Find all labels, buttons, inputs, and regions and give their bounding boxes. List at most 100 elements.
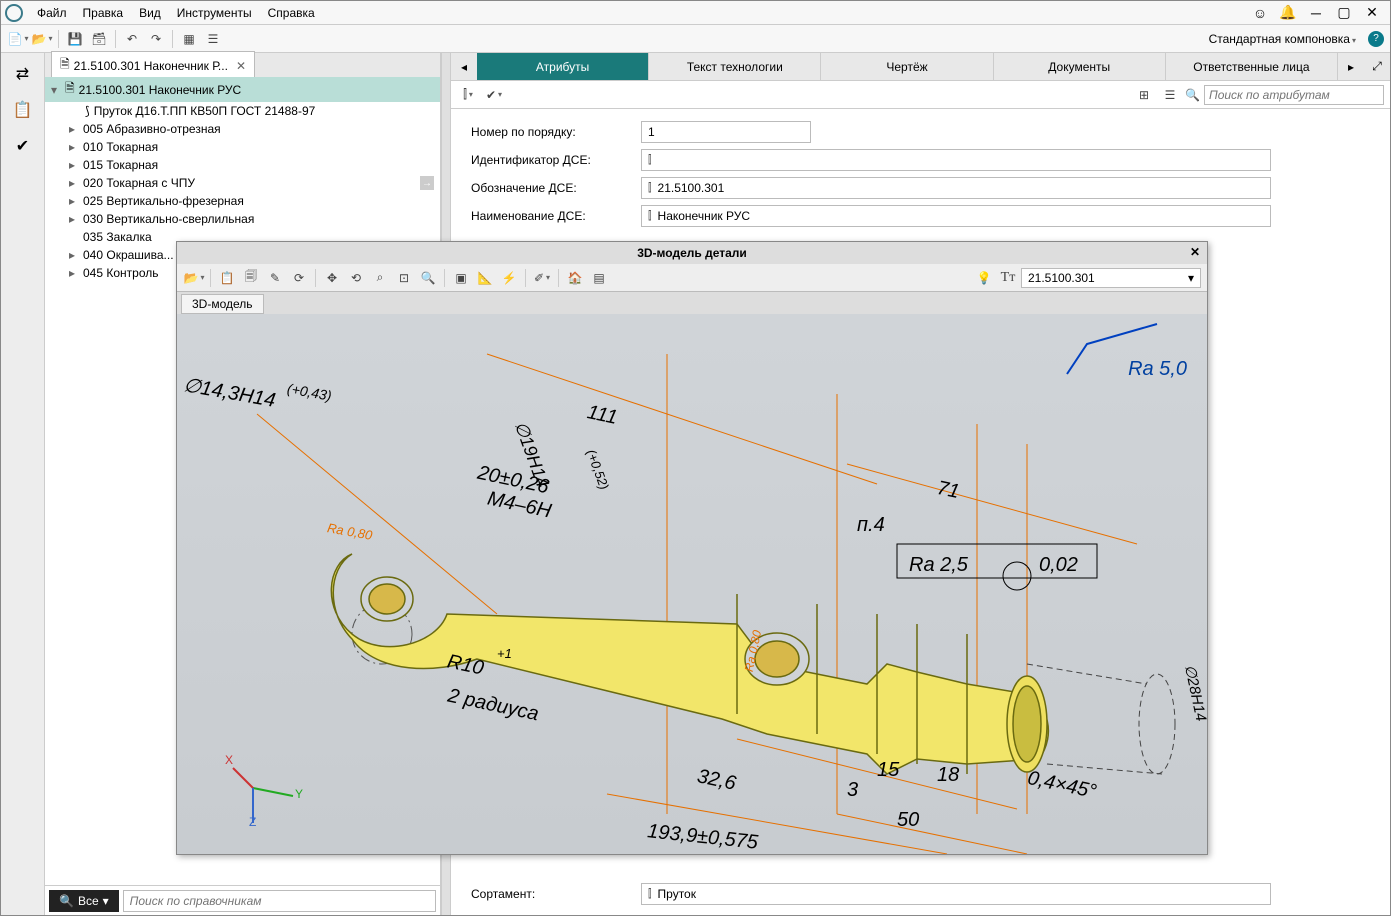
search-input[interactable] bbox=[123, 890, 436, 912]
document-tab[interactable]: 🗎 21.5100.301 Наконечник Р... ✕ bbox=[51, 51, 255, 79]
attr-sortament-input[interactable]: ⫿Пруток bbox=[641, 883, 1271, 905]
zoom-fit-button[interactable]: ⊡ bbox=[393, 267, 415, 289]
pan-button[interactable]: ✥ bbox=[321, 267, 343, 289]
menu-view[interactable]: Вид bbox=[131, 3, 169, 23]
edit-button[interactable]: ✎ bbox=[264, 267, 286, 289]
attr-code-input[interactable]: ⫿21.5100.301 bbox=[641, 177, 1271, 199]
tab-drawing[interactable]: Чертёж bbox=[821, 53, 993, 80]
rotate-button[interactable]: ⟲ bbox=[345, 267, 367, 289]
tree-expander-icon[interactable]: ▸ bbox=[69, 194, 79, 208]
tree-expander-icon[interactable]: ▸ bbox=[69, 248, 79, 262]
menu-file[interactable]: Файл bbox=[29, 3, 75, 23]
undo-button[interactable]: ↶ bbox=[121, 28, 143, 50]
menu-help[interactable]: Справка bbox=[260, 3, 323, 23]
attribute-search-input[interactable] bbox=[1204, 85, 1384, 105]
tree-expander-icon[interactable]: ▸ bbox=[69, 176, 79, 190]
attr-order-input[interactable]: 1 bbox=[641, 121, 811, 143]
copy-button[interactable]: 📋 bbox=[216, 267, 238, 289]
model-3d-close-icon[interactable]: ✕ bbox=[1187, 245, 1203, 261]
attr-name-input[interactable]: ⫿Наконечник РУС bbox=[641, 205, 1271, 227]
tool-a-button[interactable]: ▦ bbox=[178, 28, 200, 50]
search-scope-button[interactable]: 🔍 Все ▾ bbox=[49, 890, 119, 912]
go-to-button[interactable]: → bbox=[420, 176, 434, 190]
tree-view-icon[interactable]: ⊞ bbox=[1133, 84, 1155, 106]
tree-op-label: 030 Вертикально-сверлильная bbox=[83, 212, 254, 226]
model-3d-titlebar[interactable]: 3D-модель детали ✕ bbox=[177, 242, 1207, 264]
chevron-down-icon: ▾ bbox=[103, 894, 109, 908]
tree-expander-icon[interactable]: ▸ bbox=[69, 122, 79, 136]
rail-tree-button[interactable]: ⇄ bbox=[8, 59, 38, 89]
tab-responsible[interactable]: Ответственные лица bbox=[1166, 53, 1338, 80]
layout-selector[interactable]: Стандартная компоновка bbox=[1203, 32, 1362, 46]
home-button[interactable]: 🏠 bbox=[564, 267, 586, 289]
measure-button[interactable]: 📐 bbox=[474, 267, 496, 289]
tree-material-item[interactable]: ⟆ Пруток Д16.Т.ПП КВ50П ГОСТ 21488-97 bbox=[45, 102, 440, 120]
attr-id-input[interactable]: ⫿ bbox=[641, 149, 1271, 171]
rail-doc-button[interactable]: 📋 bbox=[8, 95, 38, 125]
open-model-button[interactable]: 📂 bbox=[183, 267, 205, 289]
attributes-toolbar: ⫿ ✔ ⊞ ☰ 🔍 bbox=[451, 81, 1390, 109]
window-maximize-icon[interactable]: ▢ bbox=[1334, 3, 1354, 23]
check-filter-button[interactable]: ✔ bbox=[483, 84, 505, 106]
tab-attributes[interactable]: Атрибуты bbox=[477, 53, 649, 80]
tree-expander-icon[interactable]: ▸ bbox=[69, 212, 79, 226]
view-button[interactable]: ▤ bbox=[588, 267, 610, 289]
tabs-scroll-right[interactable]: ▸ bbox=[1338, 53, 1364, 80]
tree-op-item[interactable]: ▸025 Вертикально-фрезерная bbox=[45, 192, 440, 210]
tree-op-item[interactable]: ▸ 015 Токарная bbox=[45, 156, 440, 174]
model-3d-tab[interactable]: 3D-модель bbox=[181, 294, 264, 314]
attr-name-label: Наименование ДСЕ: bbox=[471, 209, 641, 223]
tree-expander-icon[interactable]: ▸ bbox=[69, 266, 79, 280]
new-button[interactable]: 📄 bbox=[7, 28, 29, 50]
bulb-icon[interactable]: 💡 bbox=[973, 267, 995, 289]
menu-edit[interactable]: Правка bbox=[75, 3, 132, 23]
model-3d-canvas[interactable]: ∅14,3H14 (+0,43) 111 ∅19H14 (+0,52) 20±0… bbox=[177, 314, 1207, 854]
tree-expander-icon[interactable]: ▸ bbox=[69, 158, 79, 172]
list-view-icon[interactable]: ☰ bbox=[1159, 84, 1181, 106]
window-minimize-icon[interactable]: ─ bbox=[1306, 3, 1326, 23]
user-icon[interactable]: ☺ bbox=[1250, 3, 1270, 23]
help-icon[interactable]: ? bbox=[1368, 31, 1384, 47]
bell-icon[interactable]: 🔔 bbox=[1278, 3, 1298, 23]
tree-expander-icon[interactable]: ▸ bbox=[69, 140, 79, 154]
redo-button[interactable]: ↷ bbox=[145, 28, 167, 50]
select-button[interactable]: ▣ bbox=[450, 267, 472, 289]
menu-tools[interactable]: Инструменты bbox=[169, 3, 260, 23]
refresh-button[interactable]: ⟳ bbox=[288, 267, 310, 289]
tabs-scroll-left[interactable]: ◂ bbox=[451, 53, 477, 80]
tree-op-item[interactable]: ▸ 020 Токарная с ЧПУ → bbox=[45, 174, 440, 192]
window-close-icon[interactable]: ✕ bbox=[1362, 3, 1382, 23]
tab-documents[interactable]: Документы bbox=[994, 53, 1166, 80]
tree-op-label: 015 Токарная bbox=[83, 158, 158, 172]
tree-root-item[interactable]: ▾ 🗎 21.5100.301 Наконечник РУС bbox=[45, 77, 440, 102]
library-icon: ⫿ bbox=[648, 154, 652, 167]
dim-l18: 18 bbox=[937, 764, 959, 787]
tree-op-item[interactable]: ▸ 005 Абразивно-отрезная bbox=[45, 120, 440, 138]
tree-op-item[interactable]: ▸010 Токарная bbox=[45, 138, 440, 156]
tab-close-icon[interactable]: ✕ bbox=[236, 59, 246, 73]
material-icon: ⟆ bbox=[85, 104, 90, 118]
library-icon: ⫿ bbox=[648, 182, 652, 195]
tree-expander-icon[interactable]: ▾ bbox=[51, 83, 61, 97]
tree-material-label: Пруток Д16.Т.ПП КВ50П ГОСТ 21488-97 bbox=[94, 104, 316, 118]
clipboard-button[interactable]: 🗐 bbox=[240, 267, 262, 289]
tabs-expand-icon[interactable]: ⤢ bbox=[1364, 53, 1390, 80]
lib-filter-button[interactable]: ⫿ bbox=[457, 84, 479, 106]
zoom-window-button[interactable]: ⌕ bbox=[369, 267, 391, 289]
sketch-button[interactable]: ✐ bbox=[531, 267, 553, 289]
rail-check-button[interactable]: ✔ bbox=[8, 131, 38, 161]
open-button[interactable]: 📂 bbox=[31, 28, 53, 50]
save-button[interactable]: 💾 bbox=[64, 28, 86, 50]
tree-op-item[interactable]: ▸ 030 Вертикально-сверлильная bbox=[45, 210, 440, 228]
zoom-button[interactable]: 🔍 bbox=[417, 267, 439, 289]
save-all-button[interactable]: 🗃 bbox=[88, 28, 110, 50]
tree-op-label: 020 Токарная с ЧПУ bbox=[83, 176, 195, 190]
text-toggle-icon[interactable]: Tт bbox=[997, 267, 1019, 289]
tab-tech-text[interactable]: Текст технологии bbox=[649, 53, 821, 80]
part-selector[interactable]: 21.5100.301 ▾ bbox=[1021, 268, 1201, 288]
dim-ra2_5: Ra 2,5 bbox=[909, 554, 968, 577]
tree-op-label: 005 Абразивно-отрезная bbox=[83, 122, 221, 136]
tree-op-label: 035 Закалка bbox=[83, 230, 152, 244]
section-button[interactable]: ⚡ bbox=[498, 267, 520, 289]
tool-b-button[interactable]: ☰ bbox=[202, 28, 224, 50]
